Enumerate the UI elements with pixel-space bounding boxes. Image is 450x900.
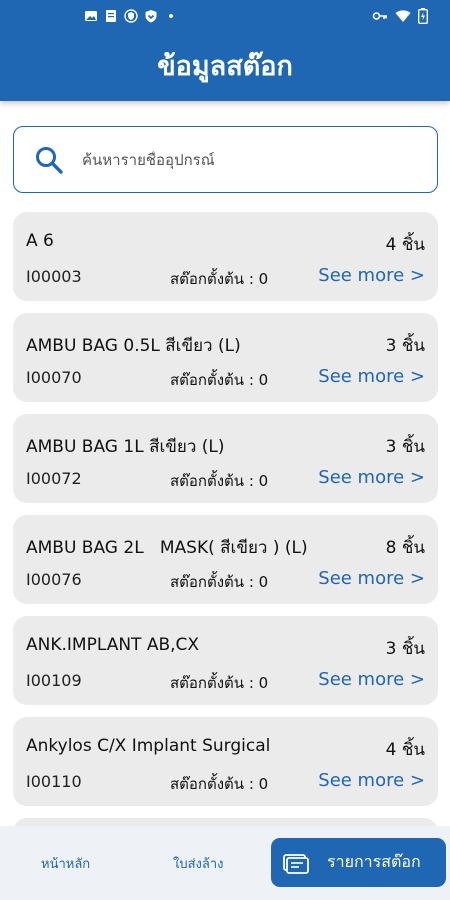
bottom-navigation: หน้าหลัก ใบส่งล้าง รายการสต๊อก [0,826,450,900]
key-icon [372,12,387,20]
item-name: AMBU BAG 1L สีเขียว (L) [26,437,225,457]
list-item[interactable]: A 6 4 ชิ้น I00003 สต๊อกตั้งต้น : 0 See m… [13,212,438,301]
notification-icons [84,9,178,23]
security-icon [145,10,157,23]
item-initial-stock: สต๊อกตั้งต้น : 0 [170,472,269,490]
document-icon [106,10,116,22]
item-code: I00072 [26,469,82,488]
list-item[interactable]: AMBU BAG 1L สีเขียว (L) 3 ชิ้น I00072 สต… [13,414,438,503]
see-more-link[interactable]: See more > [318,669,425,690]
status-bar [0,0,450,32]
see-more-link[interactable]: See more > [318,467,425,488]
list-item[interactable]: Ankylos C/X Implant Surgical 4 ชิ้น I001… [13,717,438,806]
see-more-link[interactable]: See more > [318,265,425,286]
image-icon [85,11,97,21]
item-quantity: 8 ชิ้น [385,538,425,558]
item-quantity: 3 ชิ้น [385,336,425,356]
item-name: AMBU BAG 2L MASK( สีเขียว ) (L) [26,538,308,558]
search-bar[interactable] [13,126,438,193]
search-icon [36,146,63,174]
item-name: AMBU BAG 0.5L สีเขียว (L) [26,336,241,356]
see-more-link[interactable]: See more > [318,366,425,387]
nav-invoice[interactable]: ใบส่งล้าง [173,853,224,874]
system-icons [372,8,428,24]
item-code: I00110 [26,772,82,791]
item-name: A 6 [26,231,54,251]
nav-home[interactable]: หน้าหลัก [41,853,90,874]
item-code: I00070 [26,368,82,387]
item-code: I00109 [26,671,82,690]
item-initial-stock: สต๊อกตั้งต้น : 0 [170,573,269,591]
see-more-link[interactable]: See more > [318,770,425,791]
item-name: Ankylos C/X Implant Surgical [26,736,271,756]
item-initial-stock: สต๊อกตั้งต้น : 0 [170,270,269,288]
see-more-link[interactable]: See more > [318,568,425,589]
item-name: ANK.IMPLANT AB,CX [26,635,200,655]
item-quantity: 3 ชิ้น [385,437,425,457]
item-initial-stock: สต๊อกตั้งต้น : 0 [170,775,269,793]
wifi-icon [395,10,411,22]
list-item[interactable]: AMBU BAG 2L MASK( สีเขียว ) (L) 8 ชิ้น I… [13,515,438,604]
list-item[interactable]: AMBU BAG 0.5L สีเขียว (L) 3 ชิ้น I00070 … [13,313,438,402]
item-initial-stock: สต๊อกตั้งต้น : 0 [170,371,269,389]
shield-icon [124,9,138,23]
item-initial-stock: สต๊อกตั้งต้น : 0 [170,674,269,692]
ticket-icon [283,853,309,874]
nav-stock-list[interactable]: รายการสต๊อก [271,838,446,887]
list-item[interactable]: ANK.IMPLANT AB,CX 3 ชิ้น I00109 สต๊อกตั้… [13,616,438,705]
item-quantity: 4 ชิ้น [385,740,425,760]
item-quantity: 3 ชิ้น [385,639,425,659]
page-title: ข้อมูลสต๊อก [157,51,293,82]
search-input[interactable] [82,150,402,169]
item-code: I00076 [26,570,82,589]
app-header: ข้อมูลสต๊อก [0,0,450,101]
battery-icon [418,8,428,24]
dot-icon [169,14,173,18]
nav-stock-list-label: รายการสต๊อก [327,852,421,871]
item-quantity: 4 ชิ้น [385,235,425,255]
item-code: I00003 [26,267,82,286]
